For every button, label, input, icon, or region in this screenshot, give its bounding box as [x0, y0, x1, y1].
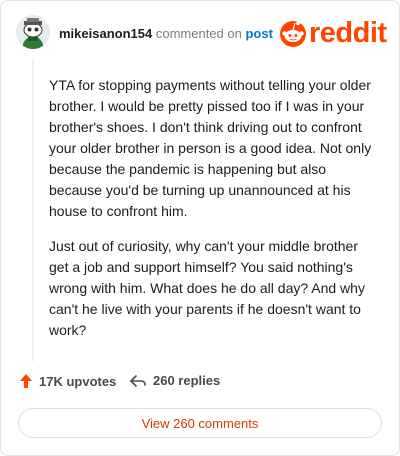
reply-count: 260 replies — [153, 373, 221, 388]
comment-body: YTA for stopping payments without tellin… — [49, 75, 379, 355]
post-link[interactable]: post — [245, 26, 272, 41]
reply-arrow-icon — [130, 374, 146, 387]
upvote-count: 17K upvotes — [39, 373, 117, 389]
action-text: commented on — [155, 26, 242, 41]
snoo-avatar-icon — [16, 15, 50, 49]
reply-button[interactable]: 260 replies — [129, 373, 220, 388]
author-username[interactable]: mikeisanon154 — [59, 26, 152, 41]
reddit-alien-icon — [280, 21, 306, 47]
view-comments-button[interactable]: View 260 comments — [18, 408, 382, 438]
comment-header: mikeisanon154 commented on post reddit — [16, 15, 387, 51]
upvote-button[interactable]: 17K upvotes — [19, 373, 116, 389]
upvote-arrow-icon — [20, 374, 32, 388]
user-avatar[interactable] — [16, 15, 50, 49]
comment-card: mikeisanon154 commented on post reddit Y… — [0, 0, 400, 456]
reddit-wordmark: reddit — [309, 17, 387, 49]
comment-byline: mikeisanon154 commented on post — [59, 26, 273, 41]
thread-line[interactable] — [32, 59, 34, 361]
reddit-logo[interactable]: reddit — [279, 15, 387, 51]
comment-paragraph: Just out of curiosity, why can't your mi… — [49, 238, 365, 338]
comment-paragraph: YTA for stopping payments without tellin… — [49, 77, 372, 219]
